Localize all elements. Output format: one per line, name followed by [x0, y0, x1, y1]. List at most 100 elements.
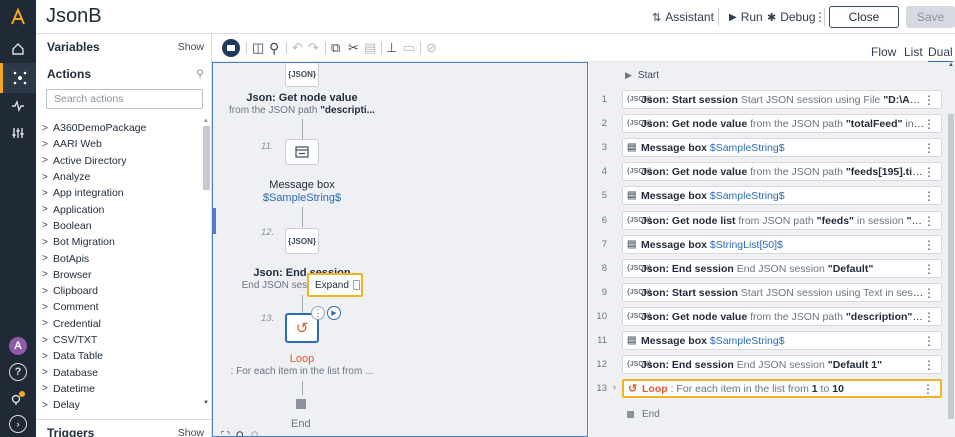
canvas-scrollbar-thumb[interactable] — [213, 208, 216, 234]
tab-dual[interactable]: Dual — [928, 45, 953, 63]
expand-tooltip[interactable]: Expand — [307, 273, 363, 297]
row-options-icon[interactable]: ⋮ — [923, 358, 935, 372]
record-icon[interactable] — [222, 39, 240, 57]
actions-scrollbar[interactable]: ▲ ▼ — [202, 118, 211, 408]
triggers-header[interactable]: Triggers Show — [36, 419, 212, 437]
disable-icon[interactable]: ⊘ — [426, 39, 437, 57]
list-view[interactable]: ▶ Start 1 {JSON} Json: Start session Start… — [589, 62, 955, 437]
list-item[interactable]: > Database — [42, 364, 198, 380]
search-icon[interactable]: ⚲ — [269, 39, 279, 57]
row-options-icon[interactable]: ⋮ — [923, 238, 935, 252]
row-options-icon[interactable]: ⋮ — [923, 310, 935, 324]
flow-canvas[interactable]: {JSON} Json: Get node value from the JSO… — [212, 62, 588, 437]
zoom-in-icon[interactable]: ⚲ — [235, 429, 244, 436]
json-node-icon[interactable]: {JSON} — [285, 228, 319, 254]
row-options-icon[interactable]: ⋮ — [923, 93, 935, 107]
scroll-up-icon[interactable]: ▲ — [948, 62, 954, 68]
home-icon[interactable] — [0, 34, 36, 64]
list-item[interactable]: > Delay — [42, 397, 198, 413]
list-row[interactable]: {JSON} Json: Get node list from JSON path… — [622, 211, 942, 230]
list-item[interactable]: > AARI Web — [42, 136, 198, 152]
fit-screen-icon[interactable]: ⛶ — [221, 429, 229, 436]
bot-icon[interactable] — [0, 63, 36, 93]
variables-show-link[interactable]: Show — [178, 41, 204, 53]
row-options-icon[interactable]: ⋮ — [923, 117, 935, 131]
zoom-out-icon[interactable]: ⚲ — [250, 429, 259, 436]
node-options-icon[interactable]: ⋮ — [311, 306, 325, 320]
row-options-icon[interactable]: ⋮ — [923, 214, 935, 228]
list-scrollbar[interactable]: ▲ — [947, 62, 955, 437]
toolbar-divider — [381, 42, 382, 54]
row-options-icon[interactable]: ⋮ — [923, 141, 935, 155]
undo-icon[interactable]: ↶ — [292, 39, 303, 57]
list-row[interactable]: {JSON} Json: Get node value from the JSON… — [622, 162, 942, 181]
list-row[interactable]: {JSON} Json: Get node value from the JSON… — [622, 114, 942, 133]
list-row[interactable]: ▤ Message box $SampleString$ ⋮ — [622, 138, 942, 157]
list-item[interactable]: > Comment — [42, 299, 198, 315]
list-item[interactable]: > Bot Migration — [42, 234, 198, 250]
list-row[interactable]: ▤ Message box $StringList[50]$ ⋮ — [622, 235, 942, 254]
loop-title[interactable]: Loop — [213, 353, 422, 365]
json-node-icon[interactable]: {JSON} — [285, 63, 319, 87]
node-title[interactable]: Message box — [213, 179, 422, 191]
row-options-icon[interactable]: ⋮ — [923, 262, 935, 276]
list-item[interactable]: > Credential — [42, 316, 198, 332]
list-item[interactable]: > App integration — [42, 185, 198, 201]
list-row[interactable]: ▤ Message box $SampleString$ ⋮ — [622, 331, 942, 350]
list-item[interactable]: > CSV/TXT — [42, 332, 198, 348]
list-item[interactable]: > Browser — [42, 267, 198, 283]
paste-icon[interactable]: ▤ — [364, 39, 376, 57]
pin-icon[interactable]: ⚲ — [196, 68, 204, 80]
search-actions-input[interactable] — [46, 89, 203, 109]
row-options-icon[interactable]: ⋮ — [923, 165, 935, 179]
list-row[interactable]: ▤ Message box $SampleString$ ⋮ — [622, 186, 942, 205]
message-box-icon[interactable] — [285, 139, 319, 165]
list-item[interactable]: > Analyze — [42, 169, 198, 185]
list-item[interactable]: > Datetime — [42, 381, 198, 397]
scrollbar-thumb[interactable] — [948, 114, 954, 419]
triggers-show-link[interactable]: Show — [178, 427, 204, 437]
list-item[interactable]: > Active Directory — [42, 153, 198, 169]
row-title: Json: Get node list — [641, 214, 736, 227]
scrollbar-thumb[interactable] — [203, 126, 210, 190]
close-button[interactable]: Close — [829, 6, 899, 28]
list-row[interactable]: ↺ Loop : For each item in the list from 1… — [622, 379, 942, 398]
tab-list[interactable]: List — [904, 45, 923, 59]
row-options-icon[interactable]: ⋮ — [923, 286, 935, 300]
list-row[interactable]: {JSON} Json: End session End JSON session… — [622, 355, 942, 374]
row-options-icon[interactable]: ⋮ — [923, 334, 935, 348]
run-button[interactable]: ▶ Run — [729, 10, 763, 24]
run-from-here-icon[interactable]: ▶ — [327, 306, 341, 320]
collapse-chevron-icon[interactable]: › — [613, 382, 616, 392]
list-item[interactable]: > Boolean — [42, 218, 198, 234]
find-icon[interactable]: ◫ — [252, 39, 264, 57]
list-row[interactable]: {JSON} Json: Start session Start JSON ses… — [622, 90, 942, 109]
list-row[interactable]: {JSON} Json: End session End JSON session… — [622, 259, 942, 278]
scroll-up-icon[interactable]: ▲ — [203, 118, 209, 124]
activity-icon[interactable] — [0, 91, 36, 121]
expand-icon[interactable]: › — [0, 409, 36, 437]
save-button[interactable]: Save — [906, 6, 955, 28]
tab-flow[interactable]: Flow — [871, 45, 896, 59]
list-item[interactable]: > Data Table — [42, 348, 198, 364]
list-item[interactable]: > A360DemoPackage — [42, 120, 198, 136]
node-title[interactable]: Json: Get node value — [213, 92, 422, 104]
assistant-button[interactable]: ⇅ Assistant — [652, 10, 714, 24]
list-row[interactable]: {JSON} Json: Start session Start JSON ses… — [622, 283, 942, 302]
row-options-icon[interactable]: ⋮ — [922, 382, 934, 396]
list-item[interactable]: > Clipboard — [42, 283, 198, 299]
copy-icon[interactable]: ⧉ — [331, 39, 340, 57]
app-logo-icon[interactable] — [0, 2, 36, 32]
scroll-down-icon[interactable]: ▼ — [203, 400, 209, 406]
delete-icon[interactable]: ▭ — [403, 39, 415, 57]
debug-button[interactable]: ✱ Debug — [767, 10, 816, 24]
list-item[interactable]: > Application — [42, 201, 198, 217]
row-options-icon[interactable]: ⋮ — [923, 189, 935, 203]
cut-icon[interactable]: ✂ — [348, 39, 359, 57]
enable-icon[interactable]: ⊥ — [386, 39, 397, 57]
settings-icon[interactable] — [0, 118, 36, 148]
redo-icon[interactable]: ↷ — [308, 39, 319, 57]
list-row[interactable]: {JSON} Json: Get node value from the JSON… — [622, 307, 942, 326]
variables-header[interactable]: Variables Show — [36, 34, 212, 60]
list-item[interactable]: > BotApis — [42, 250, 198, 266]
